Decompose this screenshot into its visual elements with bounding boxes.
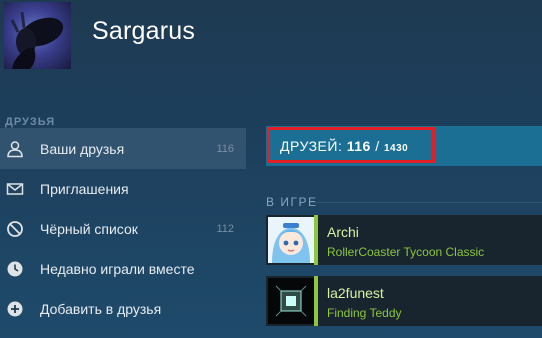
alien-avatar-image	[10, 11, 64, 69]
friend-game: RollerCoaster Tycoon Classic	[327, 245, 485, 259]
friend-name: la2funest	[327, 285, 384, 301]
friend-name: Archi	[327, 224, 359, 240]
block-icon	[7, 221, 23, 237]
sidebar-item-your-friends[interactable]: Ваши друзья 116	[0, 129, 246, 169]
friend-row-archi[interactable]: Archi RollerCoaster Tycoon Classic	[266, 215, 542, 265]
anime-girl-avatar-image	[268, 217, 314, 263]
in-game-divider	[310, 202, 542, 203]
friend-avatar[interactable]	[268, 278, 314, 324]
friend-avatar[interactable]	[268, 217, 314, 263]
in-game-status-bar	[314, 276, 318, 326]
envelope-icon	[6, 183, 24, 195]
clock-icon	[7, 261, 23, 277]
friend-count-total: 1430	[384, 143, 409, 154]
profile-avatar[interactable]	[4, 2, 71, 69]
sidebar-item-label: Приглашения	[40, 181, 129, 197]
person-icon	[7, 141, 23, 158]
sidebar-item-label: Недавно играли вместе	[40, 261, 195, 277]
friend-game: Finding Teddy	[327, 306, 402, 320]
sidebar-item-label: Добавить в друзья	[40, 301, 162, 317]
blocked-count-badge: 112	[216, 223, 234, 235]
sidebar-item-recently-played[interactable]: Недавно играли вместе	[0, 249, 246, 289]
sidebar-item-blocked[interactable]: Чёрный список 112	[0, 209, 246, 249]
friend-count-text: ДРУЗЕЙ: 116 / 1430	[280, 138, 408, 154]
friend-count-separator: /	[375, 138, 380, 154]
friends-count-badge: 116	[216, 143, 234, 155]
in-game-status-bar	[314, 215, 318, 265]
cube-avatar-image	[268, 278, 314, 324]
friends-section-label: ДРУЗЬЯ	[5, 116, 56, 128]
profile-name[interactable]: Sargarus	[92, 17, 195, 46]
plus-circle-icon	[7, 301, 23, 317]
friend-count-current: 116	[346, 138, 371, 154]
sidebar-item-add-friend[interactable]: Добавить в друзья	[0, 289, 246, 329]
sidebar-item-label: Чёрный список	[40, 221, 138, 237]
sidebar-item-invites[interactable]: Приглашения	[0, 169, 246, 209]
friend-count-prefix: ДРУЗЕЙ:	[280, 138, 343, 154]
friend-row-la2funest[interactable]: la2funest Finding Teddy	[266, 276, 542, 326]
sidebar-item-label: Ваши друзья	[40, 141, 125, 157]
